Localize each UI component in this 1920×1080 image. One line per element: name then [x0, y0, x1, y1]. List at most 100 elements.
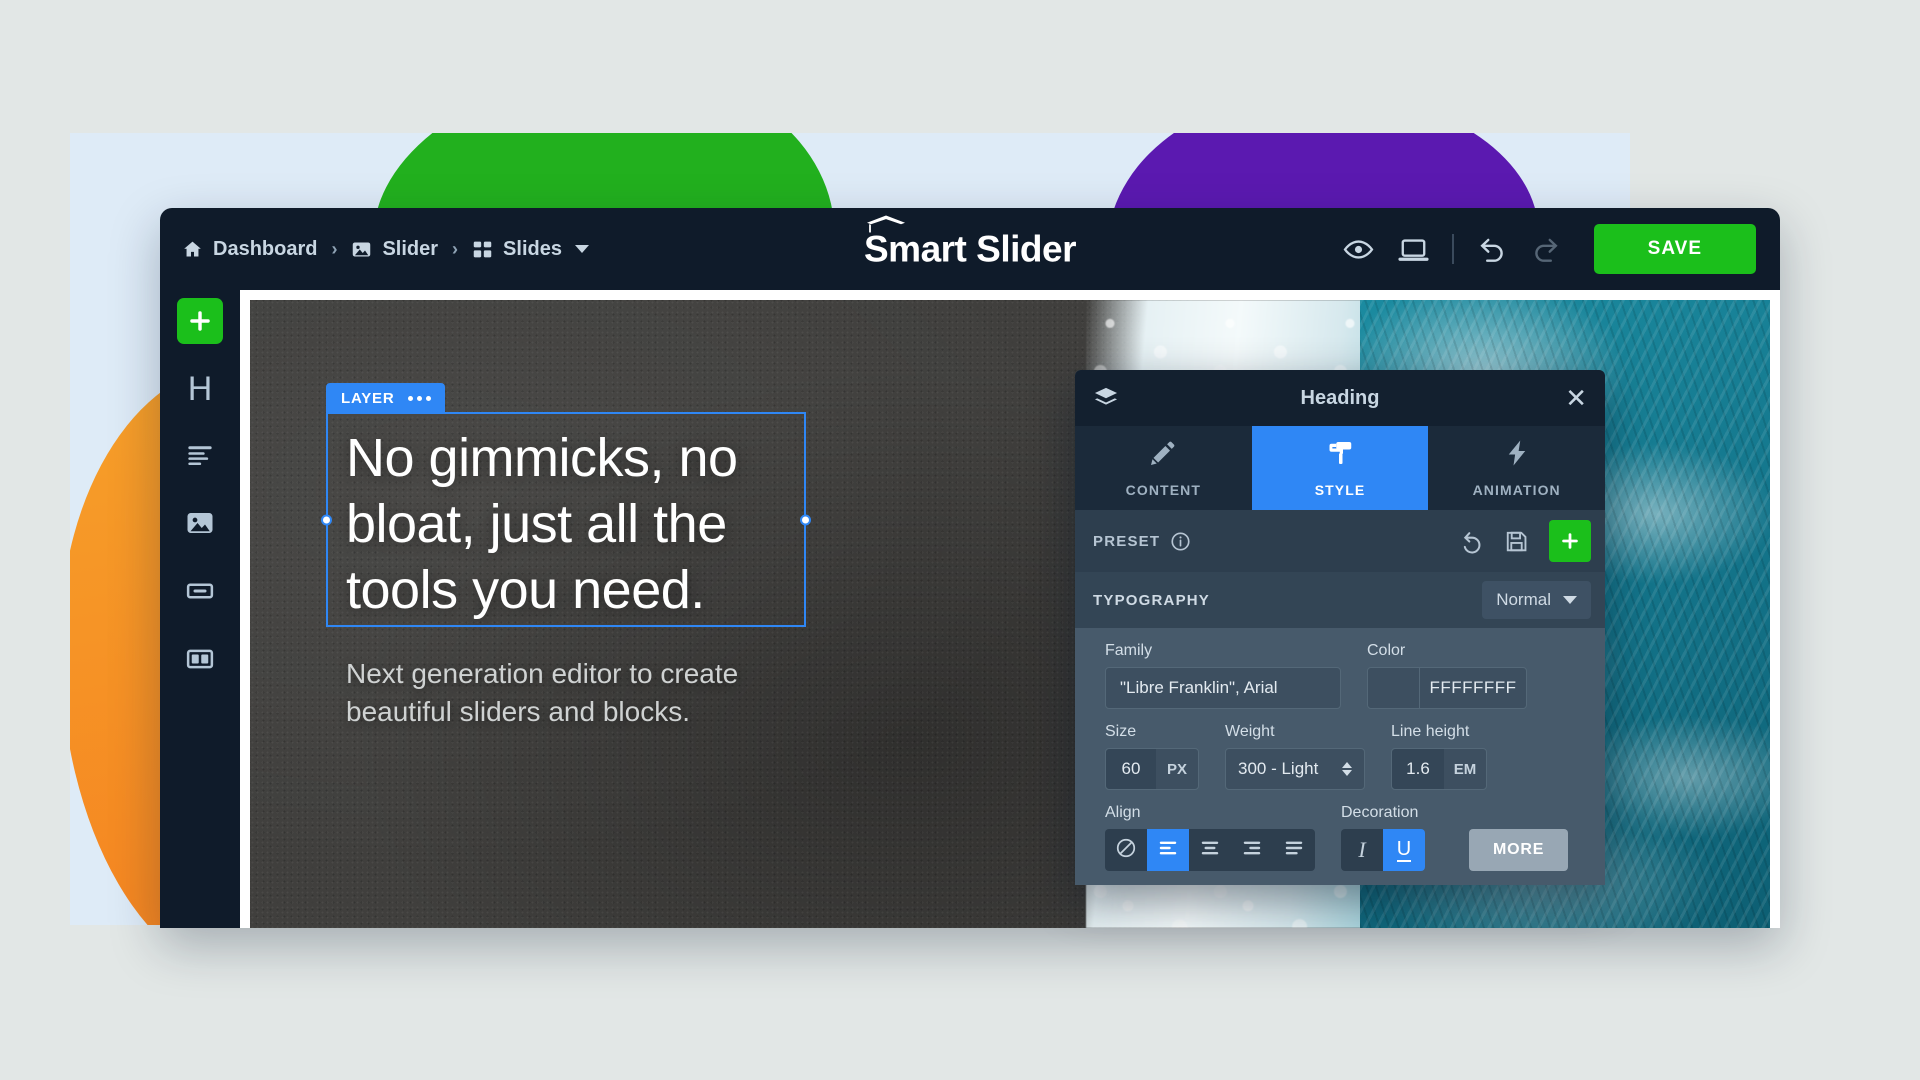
add-layer-button[interactable]: [177, 298, 223, 344]
color-swatch[interactable]: [1368, 668, 1420, 708]
breadcrumb-item-dashboard[interactable]: Dashboard: [182, 238, 317, 261]
align-field-group: Align: [1105, 804, 1315, 871]
heading-icon: H: [187, 370, 213, 408]
rail-item-image[interactable]: [177, 502, 223, 548]
align-label: Align: [1105, 804, 1141, 821]
align-button-group: [1105, 829, 1315, 871]
align-left-icon: [1157, 837, 1179, 864]
tab-label: ANIMATION: [1472, 482, 1561, 498]
ellipsis-icon[interactable]: [408, 396, 432, 401]
close-icon[interactable]: ✕: [1565, 385, 1587, 411]
lineheight-unit: EM: [1453, 760, 1477, 778]
rail-item-heading[interactable]: H: [177, 366, 223, 412]
layer-selection-box[interactable]: LAYER: [321, 383, 811, 627]
graduation-cap-icon: [866, 215, 906, 242]
info-icon[interactable]: [1170, 531, 1191, 552]
family-label: Family: [1105, 642, 1153, 659]
rail-item-text[interactable]: [177, 434, 223, 480]
weight-value: 300 - Light: [1238, 759, 1319, 778]
lineheight-field-group: Line height 1.6 EM: [1391, 723, 1487, 790]
align-none-button[interactable]: [1105, 829, 1147, 871]
align-right-icon: [1241, 837, 1263, 864]
style-panel: Heading ✕ CONTENT STYLE ANIMATION PRESET…: [1075, 370, 1605, 885]
top-toolbar: Dashboard › Slider › Slides Smart Slider…: [160, 208, 1780, 290]
weight-label: Weight: [1225, 723, 1275, 740]
tab-label: CONTENT: [1125, 482, 1202, 498]
preset-label: PRESET: [1093, 532, 1161, 550]
decoration-button-group: I U: [1341, 829, 1425, 871]
panel-header: Heading ✕: [1075, 370, 1605, 426]
left-rail: H: [160, 290, 240, 928]
rail-item-row[interactable]: [177, 638, 223, 684]
tab-content[interactable]: CONTENT: [1075, 426, 1252, 510]
slide-subheading-text[interactable]: Next generation editor to create beautif…: [346, 655, 846, 731]
color-label: Color: [1367, 642, 1406, 659]
button-icon: [185, 576, 215, 611]
italic-button[interactable]: I: [1341, 829, 1383, 871]
laptop-icon[interactable]: [1397, 233, 1430, 266]
grid-icon: [472, 239, 493, 260]
resize-handle-left[interactable]: [321, 514, 332, 525]
toolbar-divider: [1451, 234, 1454, 264]
weight-select[interactable]: 300 - Light: [1225, 748, 1365, 790]
family-field-group: Family "Libre Franklin", Arial: [1105, 642, 1341, 709]
more-button[interactable]: MORE: [1469, 829, 1569, 871]
family-color-row: Family "Libre Franklin", Arial Color FFF…: [1105, 642, 1575, 709]
color-input[interactable]: FFFFFFFF: [1367, 667, 1527, 709]
breadcrumb-label: Slides: [503, 237, 562, 260]
resize-handle-right[interactable]: [800, 514, 811, 525]
color-value: FFFFFFFF: [1429, 678, 1517, 697]
align-justify-button[interactable]: [1273, 829, 1315, 871]
color-field-group: Color FFFFFFFF: [1367, 642, 1527, 709]
align-right-button[interactable]: [1231, 829, 1273, 871]
tab-animation[interactable]: ANIMATION: [1428, 426, 1605, 510]
layer-badge[interactable]: LAYER: [326, 383, 446, 414]
family-input[interactable]: "Libre Franklin", Arial: [1105, 667, 1341, 709]
breadcrumb-item-slider[interactable]: Slider: [351, 238, 438, 261]
lineheight-label: Line height: [1391, 723, 1470, 740]
underline-icon: U: [1396, 837, 1412, 862]
breadcrumb-item-slides[interactable]: Slides: [472, 238, 589, 261]
preset-add-button[interactable]: [1549, 520, 1591, 562]
size-input[interactable]: 60 PX: [1105, 748, 1199, 790]
weight-field-group: Weight 300 - Light: [1225, 723, 1365, 790]
align-center-button[interactable]: [1189, 829, 1231, 871]
reset-icon[interactable]: [1461, 528, 1488, 555]
panel-title: Heading: [1300, 386, 1380, 409]
breadcrumb-separator: ›: [331, 238, 338, 259]
row-columns-icon: [185, 644, 215, 679]
size-value: 60: [1106, 749, 1156, 789]
save-button[interactable]: SAVE: [1593, 224, 1756, 274]
image-icon: [185, 508, 215, 543]
layers-icon[interactable]: [1093, 385, 1119, 411]
typography-state-select[interactable]: Normal: [1482, 581, 1591, 619]
home-icon: [182, 239, 203, 260]
spinner-icon[interactable]: [1342, 762, 1352, 776]
typography-row: TYPOGRAPHY Normal: [1075, 572, 1605, 628]
text-lines-icon: [186, 441, 214, 474]
align-none-icon: [1115, 837, 1137, 864]
redo-icon[interactable]: [1530, 233, 1562, 265]
align-center-icon: [1199, 837, 1221, 864]
preset-row: PRESET: [1075, 510, 1605, 572]
align-decoration-row: Align Decoration I U MORE: [1105, 804, 1575, 871]
tab-style[interactable]: STYLE: [1251, 426, 1429, 510]
lineheight-input[interactable]: 1.6 EM: [1391, 748, 1487, 790]
typography-label: TYPOGRAPHY: [1093, 591, 1211, 609]
eye-icon[interactable]: [1342, 233, 1375, 266]
undo-icon[interactable]: [1476, 233, 1508, 265]
floppy-disk-icon[interactable]: [1504, 529, 1529, 554]
lightning-icon: [1502, 438, 1532, 473]
breadcrumb-label: Dashboard: [213, 237, 318, 260]
toolbar-actions: SAVE: [1342, 224, 1756, 274]
family-value: "Libre Franklin", Arial: [1120, 678, 1278, 697]
typography-state-value: Normal: [1496, 590, 1551, 609]
align-left-button[interactable]: [1147, 829, 1189, 871]
brand-logo: Smart Slider: [864, 215, 1076, 268]
tab-label: STYLE: [1314, 482, 1366, 498]
rail-item-button[interactable]: [177, 570, 223, 616]
size-weight-lineheight-row: Size 60 PX Weight 300 - Light Line heigh…: [1105, 723, 1575, 790]
breadcrumb: Dashboard › Slider › Slides: [182, 238, 589, 261]
paint-roller-icon: [1325, 438, 1355, 473]
underline-button[interactable]: U: [1383, 829, 1425, 871]
